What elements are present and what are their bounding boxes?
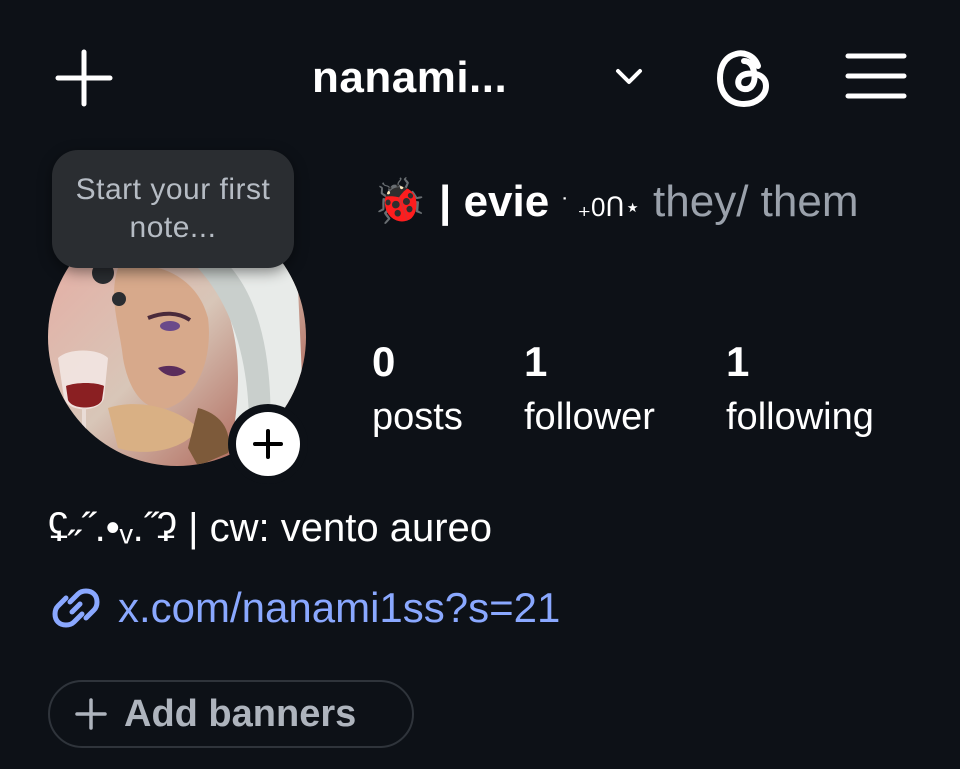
display-name-main: | evie xyxy=(439,177,550,226)
stat-posts-label: posts xyxy=(372,396,463,438)
add-banners-label: Add banners xyxy=(124,692,357,735)
plus-icon xyxy=(75,698,107,730)
plus-icon xyxy=(253,429,283,459)
stat-posts-value: 0 xyxy=(372,338,396,385)
account-switcher-button[interactable] xyxy=(612,60,646,94)
stat-posts[interactable]: 0 posts xyxy=(372,336,463,446)
display-name: 🐞 | evie ˙ ₊0ᑎ⋆ they/ them xyxy=(372,166,932,243)
profile-link[interactable]: x.com/nanami1ss?s=21 xyxy=(48,580,560,636)
pronouns: they/ them xyxy=(653,177,859,226)
profile-link-text[interactable]: x.com/nanami1ss?s=21 xyxy=(118,580,560,636)
menu-button[interactable] xyxy=(844,48,908,104)
add-story-button[interactable] xyxy=(228,404,308,484)
stat-followers[interactable]: 1 follower xyxy=(524,336,655,446)
display-name-decoration: ˙ ₊0ᑎ⋆ xyxy=(561,192,641,222)
threads-icon xyxy=(716,50,770,108)
new-post-button[interactable] xyxy=(52,46,116,110)
link-icon xyxy=(52,588,100,628)
stat-following[interactable]: 1 following xyxy=(726,336,874,446)
note-bubble-tail-small xyxy=(112,292,126,306)
profile-username[interactable]: nanami... xyxy=(312,50,507,106)
stat-following-label: following xyxy=(726,396,874,438)
add-banners-button[interactable]: Add banners xyxy=(48,680,414,748)
chevron-down-icon xyxy=(616,69,642,84)
stat-followers-value: 1 xyxy=(524,338,548,385)
stat-followers-label: follower xyxy=(524,396,655,438)
ladybug-emoji: 🐞 xyxy=(372,177,427,226)
note-placeholder: Start your first note... xyxy=(75,173,271,244)
plus-icon xyxy=(55,49,113,107)
menu-icon xyxy=(845,53,907,99)
add-note-bubble[interactable]: Start your first note... xyxy=(52,150,294,268)
stat-following-value: 1 xyxy=(726,338,750,385)
threads-app-button[interactable] xyxy=(710,44,778,112)
profile-bio: ʢ˶˝.•ᵥ.˝ʡ | cw: vento aureo xyxy=(48,506,493,550)
